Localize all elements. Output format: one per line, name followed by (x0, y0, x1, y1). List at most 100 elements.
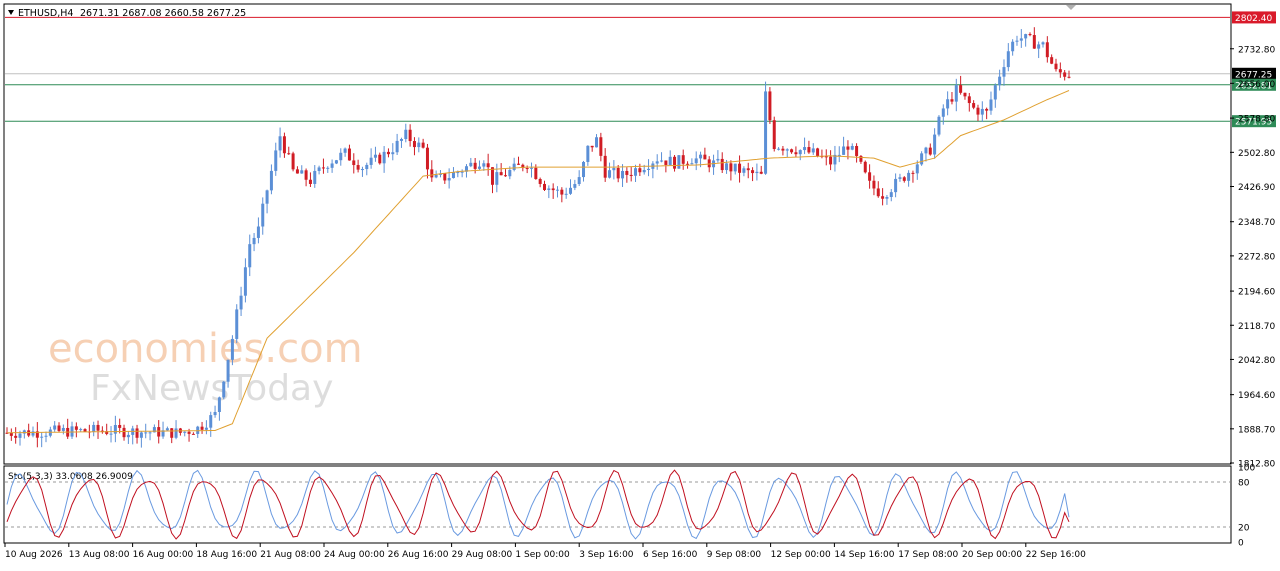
candle-body[interactable] (53, 425, 57, 430)
candle-body[interactable] (569, 187, 573, 194)
candle-body[interactable] (725, 163, 729, 171)
candle-body[interactable] (699, 154, 703, 159)
candle-body[interactable] (373, 154, 377, 158)
candle-body[interactable] (516, 163, 520, 165)
candle-body[interactable] (165, 428, 169, 431)
candle-body[interactable] (690, 163, 694, 165)
candle-body[interactable] (842, 146, 846, 155)
candle-body[interactable] (733, 163, 737, 172)
candle-body[interactable] (109, 433, 113, 435)
candle-body[interactable] (772, 120, 776, 150)
candle-body[interactable] (339, 152, 343, 161)
candle-body[interactable] (1050, 57, 1054, 64)
candle-body[interactable] (668, 156, 672, 165)
candle-body[interactable] (629, 174, 633, 176)
candle-body[interactable] (295, 169, 299, 174)
candle-body[interactable] (235, 309, 239, 339)
candle-body[interactable] (499, 172, 503, 176)
candle-body[interactable] (187, 431, 191, 434)
candle-body[interactable] (599, 137, 603, 156)
candle-body[interactable] (655, 161, 659, 164)
candle-body[interactable] (508, 169, 512, 177)
candle-body[interactable] (985, 108, 989, 111)
candle-body[interactable] (898, 177, 902, 179)
candle-body[interactable] (382, 151, 386, 164)
candle-body[interactable] (716, 158, 720, 161)
candle-body[interactable] (252, 237, 256, 245)
candle-body[interactable] (360, 169, 364, 171)
candle-body[interactable] (1063, 72, 1067, 77)
candle-body[interactable] (963, 92, 967, 97)
candle-body[interactable] (590, 145, 594, 148)
candle-body[interactable] (863, 161, 867, 173)
candle-body[interactable] (677, 155, 681, 169)
candle-body[interactable] (837, 154, 841, 156)
candle-body[interactable] (365, 164, 369, 170)
candle-body[interactable] (61, 427, 65, 431)
candle-body[interactable] (781, 148, 785, 151)
candle-body[interactable] (616, 167, 620, 179)
candle-body[interactable] (1011, 41, 1015, 52)
candle-body[interactable] (586, 145, 590, 162)
candle-body[interactable] (1028, 34, 1032, 36)
candle-body[interactable] (1006, 51, 1010, 68)
candle-body[interactable] (924, 147, 928, 154)
candle-body[interactable] (482, 163, 486, 167)
candle-body[interactable] (512, 163, 516, 170)
candle-body[interactable] (967, 96, 971, 104)
candle-body[interactable] (369, 157, 373, 165)
candle-body[interactable] (434, 174, 438, 178)
candle-body[interactable] (217, 397, 221, 412)
candle-body[interactable] (226, 359, 230, 382)
candle-body[interactable] (612, 167, 616, 171)
candle-body[interactable] (126, 434, 130, 438)
candle-body[interactable] (547, 188, 551, 190)
candle-body[interactable] (1058, 69, 1062, 73)
candle-body[interactable] (477, 166, 481, 169)
candle-body[interactable] (954, 85, 958, 102)
candle-body[interactable] (638, 168, 642, 173)
candle-body[interactable] (503, 175, 507, 177)
candle-body[interactable] (239, 295, 243, 310)
candle-body[interactable] (582, 161, 586, 178)
candle-body[interactable] (850, 145, 854, 150)
candle-body[interactable] (1054, 63, 1058, 70)
candle-body[interactable] (300, 170, 304, 174)
candle-body[interactable] (473, 162, 477, 169)
candle-body[interactable] (980, 108, 984, 115)
candle-body[interactable] (57, 425, 61, 431)
candle-body[interactable] (694, 158, 698, 164)
candle-body[interactable] (915, 164, 919, 174)
candle-body[interactable] (230, 338, 234, 360)
candle-body[interactable] (378, 154, 382, 164)
candle-body[interactable] (486, 163, 490, 168)
candle-body[interactable] (625, 170, 629, 175)
candle-body[interactable] (417, 142, 421, 148)
candle-body[interactable] (529, 167, 533, 169)
candle-body[interactable] (790, 149, 794, 153)
candle-body[interactable] (157, 427, 161, 437)
candle-body[interactable] (681, 155, 685, 164)
candle-body[interactable] (421, 142, 425, 148)
candle-body[interactable] (894, 178, 898, 193)
candle-body[interactable] (326, 167, 330, 169)
candle-body[interactable] (647, 168, 651, 171)
candle-body[interactable] (386, 151, 390, 155)
candle-body[interactable] (304, 170, 308, 180)
candle-body[interactable] (495, 172, 499, 185)
candle-body[interactable] (278, 136, 282, 151)
candle-body[interactable] (70, 426, 74, 437)
candle-body[interactable] (1015, 40, 1019, 42)
candle-body[interactable] (928, 147, 932, 155)
candle-body[interactable] (334, 160, 338, 164)
candle-body[interactable] (321, 167, 325, 169)
candle-body[interactable] (976, 107, 980, 115)
candle-body[interactable] (269, 170, 273, 191)
candle-body[interactable] (9, 432, 13, 436)
candle-body[interactable] (222, 381, 226, 398)
candle-body[interactable] (287, 153, 291, 155)
candle-body[interactable] (759, 171, 763, 174)
candle-body[interactable] (1037, 44, 1041, 49)
candle-body[interactable] (248, 244, 252, 268)
candle-body[interactable] (44, 435, 48, 437)
